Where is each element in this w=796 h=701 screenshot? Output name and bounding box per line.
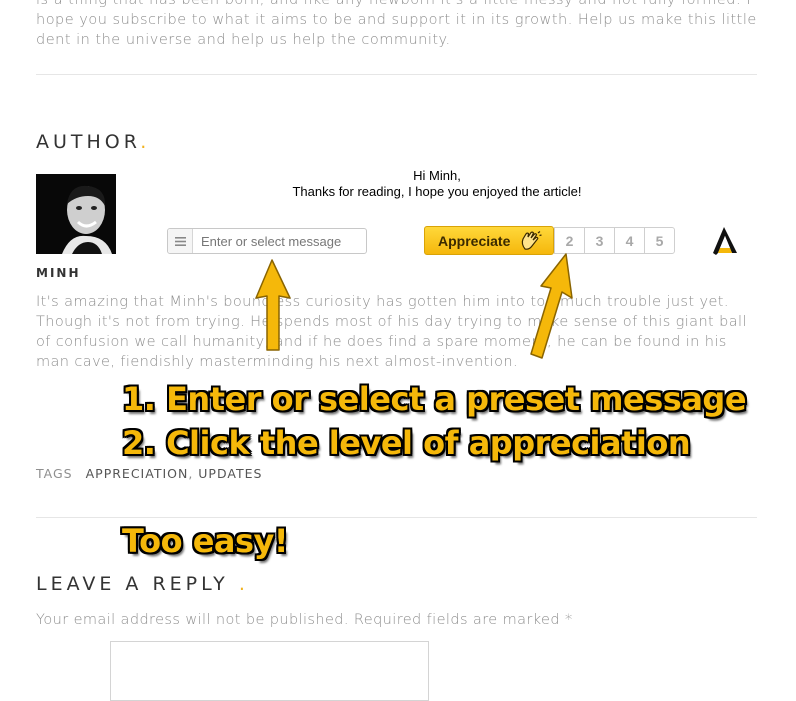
required-fields-note: Your email address will not be published… — [36, 612, 573, 628]
message-input[interactable] — [193, 230, 366, 252]
article-intro-text: is a thing that has been born, and like … — [36, 0, 757, 48]
message-selector[interactable] — [167, 228, 367, 254]
tags-label: TAGS — [36, 466, 73, 481]
divider — [36, 517, 757, 518]
annotation-step-1: 1. Enter or select a preset message — [122, 380, 747, 418]
reply-section-title: LEAVE A REPLY . — [36, 573, 249, 595]
appreciate-logo-icon[interactable] — [711, 226, 739, 260]
author-title-text: AUTHOR — [36, 131, 141, 153]
level-4-button[interactable]: 4 — [614, 227, 645, 254]
arrow-to-input-icon — [255, 259, 291, 351]
author-section-title: AUTHOR. — [36, 131, 150, 153]
level-3-button[interactable]: 3 — [584, 227, 615, 254]
greeting-line-2: Thanks for reading, I hope you enjoyed t… — [292, 184, 582, 199]
clapping-hands-icon — [520, 230, 543, 251]
annotation-footer: Too easy! — [122, 522, 288, 560]
level-5-button[interactable]: 5 — [644, 227, 675, 254]
post-tags: TAGS APPRECIATION, UPDATES — [36, 466, 262, 481]
author-avatar — [36, 174, 116, 254]
title-accent-dot: . — [238, 573, 249, 595]
tag-separator: , — [188, 466, 199, 481]
tag-link-appreciation[interactable]: APPRECIATION — [86, 466, 189, 481]
arrow-to-button-icon — [530, 253, 573, 359]
tag-link-updates[interactable]: UPDATES — [198, 466, 262, 481]
hamburger-icon[interactable] — [168, 229, 193, 253]
comment-textarea[interactable] — [110, 641, 429, 701]
appreciate-button-label: Appreciate — [438, 232, 511, 249]
divider — [36, 74, 757, 75]
reply-title-text: LEAVE A REPLY — [36, 573, 229, 595]
author-name[interactable]: MINH — [36, 266, 81, 280]
greeting-line-1: Hi Minh, — [413, 168, 461, 183]
appreciation-greeting: Hi Minh, Thanks for reading, I hope you … — [200, 168, 674, 200]
author-bio: It's amazing that Minh's boundless curio… — [36, 294, 747, 370]
annotation-step-2: 2. Click the level of appreciation — [122, 424, 691, 462]
title-accent-dot: . — [140, 131, 151, 153]
